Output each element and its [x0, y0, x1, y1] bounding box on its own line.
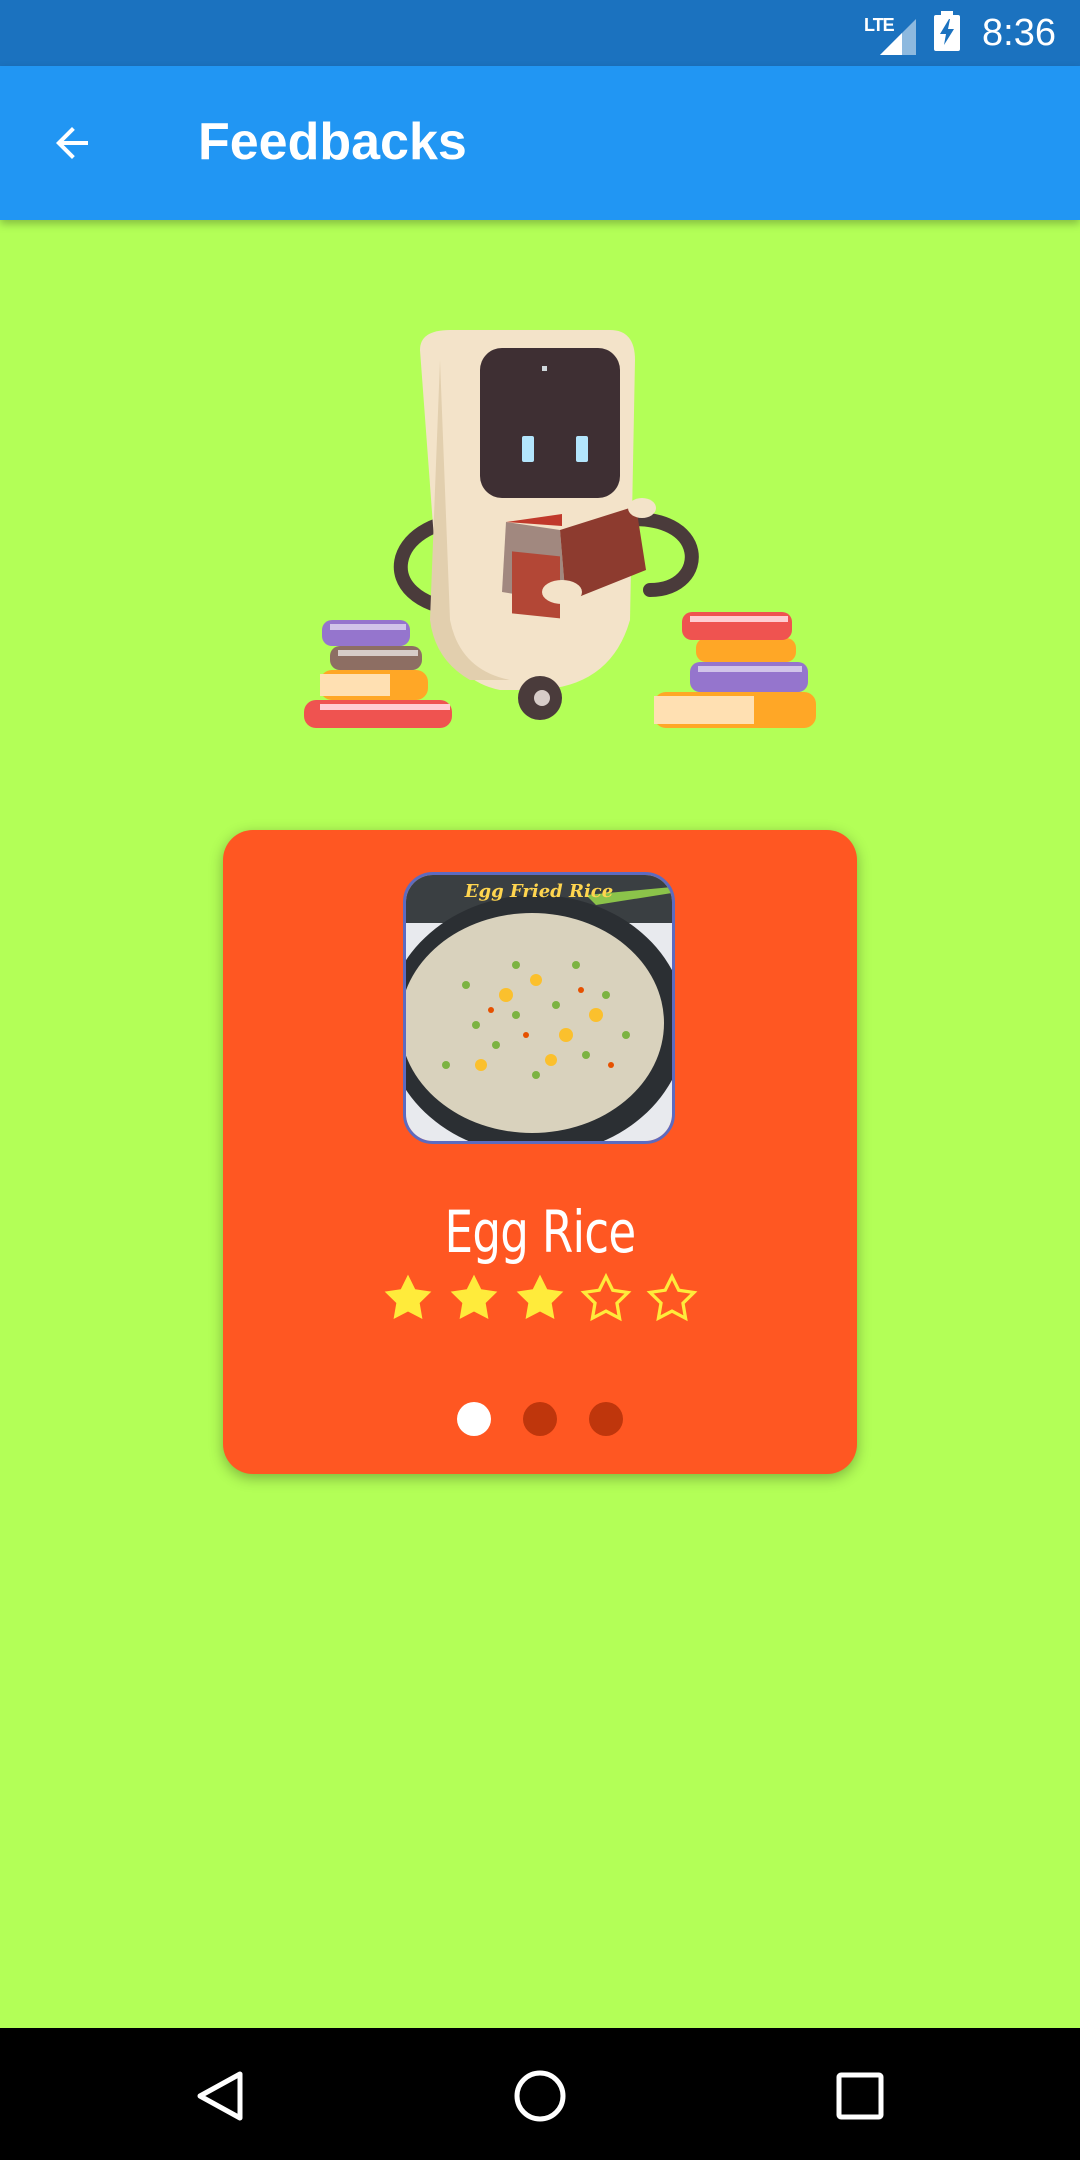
- nav-home-button[interactable]: [508, 2064, 572, 2128]
- food-name: Egg Rice: [444, 1198, 637, 1266]
- app-bar: Feedbacks: [0, 66, 1080, 220]
- food-image: Egg Fried Rice: [403, 872, 675, 1144]
- star-filled-icon: [384, 1274, 432, 1320]
- nav-back-button[interactable]: [188, 2064, 252, 2128]
- star-filled-icon: [450, 1274, 498, 1320]
- nav-recents-button[interactable]: [828, 2064, 892, 2128]
- nav-recents-icon: [836, 2072, 884, 2120]
- page-dot-1[interactable]: [457, 1402, 491, 1436]
- arrow-back-icon: [56, 127, 88, 159]
- page-dot-3[interactable]: [589, 1402, 623, 1436]
- star-empty-icon: [580, 1272, 632, 1322]
- rating-stars: [223, 1270, 857, 1326]
- battery-charging-icon: [934, 10, 961, 56]
- page-indicator: [223, 1402, 857, 1436]
- nav-home-icon: [514, 2070, 566, 2122]
- feedback-card[interactable]: Egg Fried Rice Egg Rice: [223, 830, 857, 1474]
- navigation-bar: [0, 2028, 1080, 2160]
- lte-signal-icon: LTE: [864, 11, 917, 55]
- status-bar: LTE 8:36: [0, 0, 1080, 66]
- food-image-caption: Egg Fried Rice: [464, 881, 614, 902]
- left-book-stack: [304, 620, 452, 728]
- star-filled-icon: [516, 1274, 564, 1320]
- fried-rice-photo: [406, 875, 672, 1141]
- page-dot-2[interactable]: [523, 1402, 557, 1436]
- star-empty-icon: [646, 1272, 698, 1322]
- status-time: 8:36: [982, 11, 1056, 54]
- right-book-stack: [654, 612, 816, 728]
- page-title: Feedbacks: [198, 113, 467, 171]
- nav-back-icon: [197, 2071, 243, 2121]
- robot-reading-books-illustration: [304, 330, 816, 728]
- back-button[interactable]: [38, 109, 106, 177]
